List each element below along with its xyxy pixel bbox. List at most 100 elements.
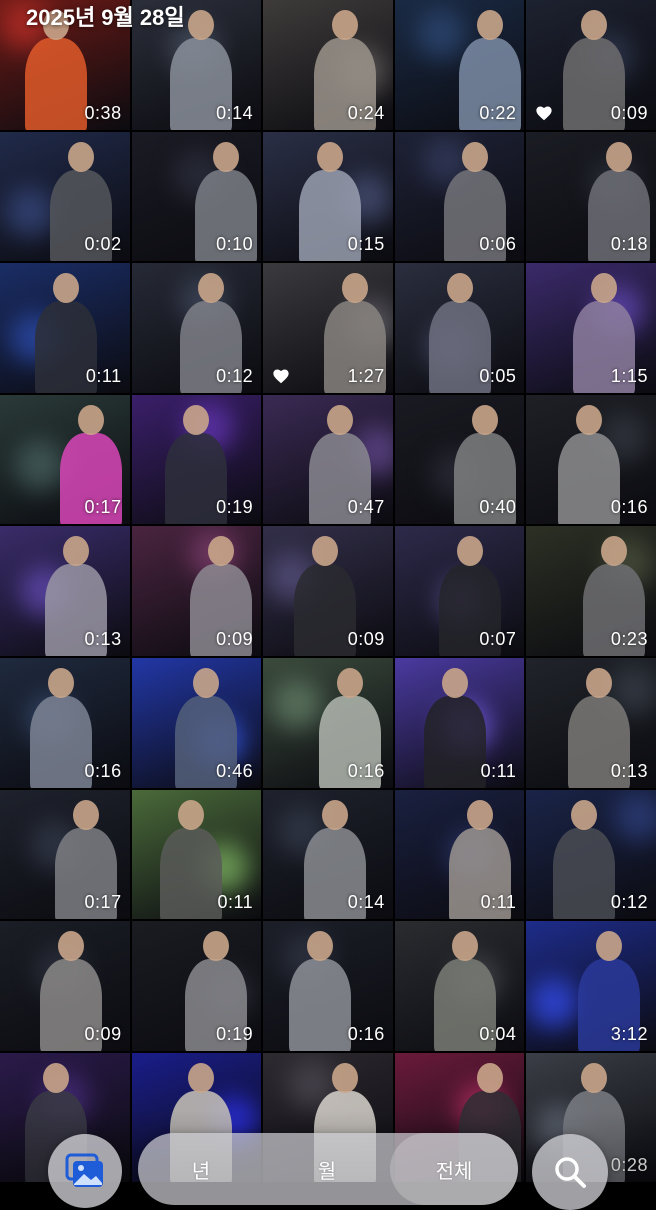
video-duration: 0:05 <box>479 365 517 386</box>
video-thumbnail[interactable]: 0:11 <box>0 263 130 393</box>
video-duration: 0:19 <box>216 1023 254 1044</box>
video-thumbnail[interactable]: 0:17 <box>0 394 130 525</box>
video-thumbnail[interactable]: 0:47 <box>263 394 393 525</box>
performer-head <box>461 141 488 172</box>
video-thumbnail[interactable]: 0:11 <box>131 789 262 920</box>
performer-figure <box>423 695 486 788</box>
video-duration: 0:13 <box>610 760 648 781</box>
performer-head <box>322 799 349 830</box>
video-duration: 0:16 <box>347 1023 385 1044</box>
photo-library-icon <box>65 1153 103 1187</box>
video-thumbnail[interactable]: 0:24 <box>263 0 393 130</box>
video-duration: 0:22 <box>479 102 517 123</box>
stage-light <box>15 439 65 490</box>
performer-figure <box>159 827 222 920</box>
video-thumbnail[interactable]: 0:10 <box>131 131 262 262</box>
performer-head <box>48 667 74 698</box>
video-thumbnail[interactable]: 0:16 <box>0 657 130 788</box>
performer-head <box>456 536 483 567</box>
video-thumbnail[interactable]: 1:15 <box>526 263 656 393</box>
video-thumbnail[interactable]: 0:05 <box>394 263 525 393</box>
video-thumbnail[interactable]: 0:13 <box>526 657 656 788</box>
video-thumbnail[interactable]: 0:12 <box>131 263 262 393</box>
stage-light <box>614 791 656 842</box>
stage-light <box>272 678 323 729</box>
video-duration: 0:09 <box>84 1023 122 1044</box>
video-thumbnail[interactable]: 0:07 <box>394 526 525 656</box>
video-duration: 0:14 <box>216 102 254 123</box>
video-thumbnail[interactable]: 0:09 <box>263 526 393 656</box>
video-thumbnail[interactable]: 0:09 <box>0 921 130 1051</box>
performer-head <box>441 667 468 698</box>
performer-head <box>182 404 209 435</box>
video-duration: 0:40 <box>479 497 517 518</box>
video-thumbnail[interactable]: 0:16 <box>263 921 393 1051</box>
performer-head <box>58 931 84 962</box>
video-thumbnail[interactable]: 3:12 <box>526 921 656 1051</box>
performer-head <box>197 273 224 304</box>
video-thumbnail[interactable]: 0:09 <box>131 526 262 656</box>
video-duration: 0:06 <box>479 234 517 255</box>
video-duration: 0:16 <box>610 497 648 518</box>
video-thumbnail[interactable]: 0:18 <box>526 131 656 262</box>
performer-head <box>202 931 229 962</box>
video-duration: 0:11 <box>85 365 122 386</box>
performer-head <box>337 667 364 698</box>
video-thumbnail[interactable]: 0:23 <box>526 526 656 656</box>
video-duration: 0:38 <box>84 102 122 123</box>
performer-head <box>332 10 359 40</box>
performer-head <box>332 1062 359 1093</box>
video-thumbnail[interactable]: 0:13 <box>0 526 130 656</box>
video-thumbnail[interactable]: 0:14 <box>263 789 393 920</box>
video-thumbnail[interactable]: 0:16 <box>526 394 656 525</box>
video-duration: 0:04 <box>479 1023 517 1044</box>
heart-icon <box>273 369 289 384</box>
video-thumbnail[interactable]: 0:12 <box>526 789 656 920</box>
segment-year[interactable]: 년 <box>138 1133 264 1205</box>
video-thumbnail[interactable]: 0:19 <box>131 921 262 1051</box>
video-thumbnail[interactable]: 0:19 <box>131 394 262 525</box>
performer-head <box>327 404 354 435</box>
performer-head <box>581 1062 608 1093</box>
video-thumbnail[interactable]: 0:40 <box>394 394 525 525</box>
video-thumbnail[interactable]: 0:22 <box>394 0 525 130</box>
video-thumbnail[interactable]: 0:15 <box>263 131 393 262</box>
video-duration: 0:09 <box>610 102 648 123</box>
video-thumbnail[interactable]: 0:02 <box>0 131 130 262</box>
performer-figure <box>30 695 92 788</box>
video-thumbnail[interactable]: 0:16 <box>263 657 393 788</box>
video-duration: 0:16 <box>347 760 385 781</box>
library-button[interactable] <box>48 1134 122 1208</box>
video-duration: 0:17 <box>84 892 122 913</box>
performer-head <box>576 404 603 435</box>
video-duration: 0:15 <box>347 234 385 255</box>
performer-head <box>451 931 478 962</box>
video-thumbnail[interactable]: 0:11 <box>394 657 525 788</box>
performer-figure <box>553 827 616 920</box>
performer-head <box>212 141 239 172</box>
view-segment-control: 년 월 전체 <box>138 1133 518 1205</box>
video-thumbnail[interactable]: 0:06 <box>394 131 525 262</box>
video-duration: 0:47 <box>347 497 385 518</box>
video-duration: 0:11 <box>217 892 254 913</box>
performer-head <box>53 273 79 304</box>
video-thumbnail[interactable]: 0:11 <box>394 789 525 920</box>
video-thumbnail[interactable]: 0:46 <box>131 657 262 788</box>
performer-head <box>471 404 498 435</box>
video-thumbnail[interactable]: 0:09 <box>526 0 656 130</box>
video-thumbnail[interactable]: 1:27 <box>263 263 393 393</box>
segment-month[interactable]: 월 <box>264 1133 390 1205</box>
video-duration: 0:09 <box>216 628 254 649</box>
segment-all[interactable]: 전체 <box>390 1133 518 1205</box>
stage-light <box>415 9 466 59</box>
video-duration: 0:11 <box>480 760 517 781</box>
performer-head <box>312 536 339 567</box>
video-duration: 0:19 <box>216 497 254 518</box>
video-duration: 0:24 <box>347 102 385 123</box>
performer-head <box>63 536 89 567</box>
performer-head <box>606 141 633 172</box>
video-thumbnail[interactable]: 0:04 <box>394 921 525 1051</box>
video-duration: 0:12 <box>216 365 254 386</box>
video-thumbnail[interactable]: 0:17 <box>0 789 130 920</box>
search-button[interactable] <box>532 1134 608 1210</box>
